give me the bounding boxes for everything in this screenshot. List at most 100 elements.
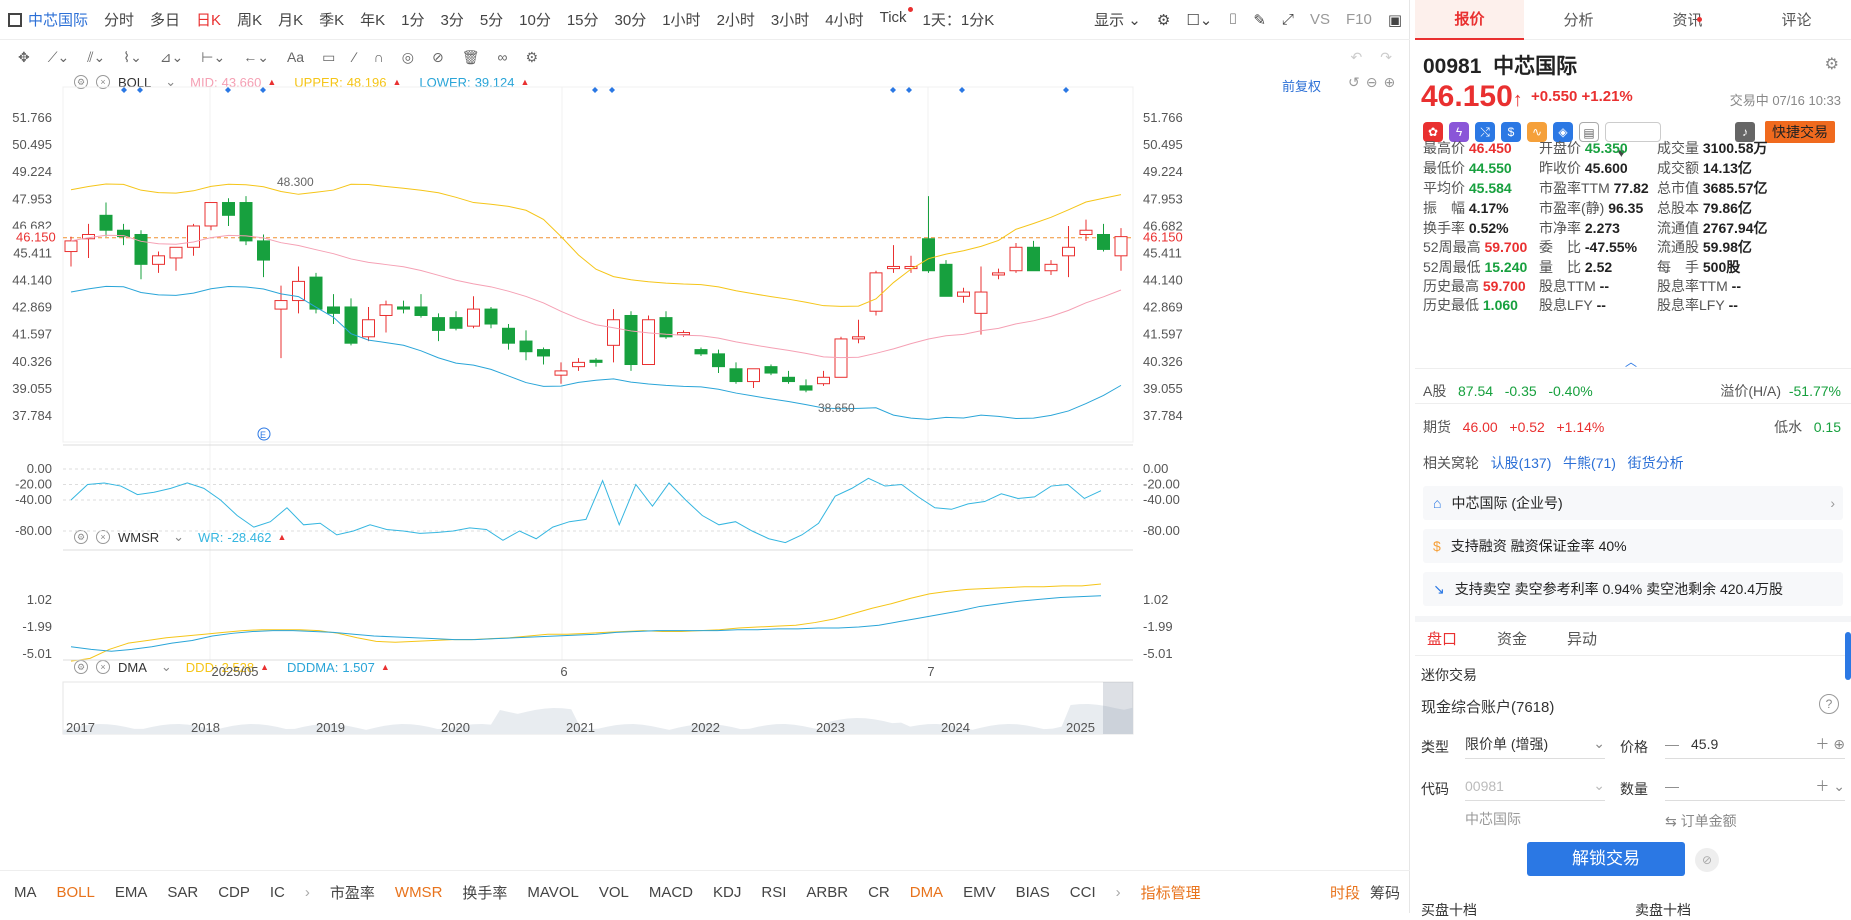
- period-18[interactable]: 1天：1分K: [915, 9, 1003, 30]
- overview-navigator[interactable]: [62, 681, 1134, 735]
- enterprise-link[interactable]: ⌂ 中芯国际 (企业号) ›: [1423, 486, 1843, 520]
- move-icon[interactable]: ✥: [18, 49, 30, 66]
- order-tab-2[interactable]: 异动: [1567, 628, 1597, 649]
- undo-icon[interactable]: ↶: [1351, 49, 1363, 66]
- period-0[interactable]: 分时: [96, 9, 142, 30]
- channel-tool-icon[interactable]: ⫽⌄: [87, 49, 105, 66]
- indicator-换手率[interactable]: 换手率: [462, 882, 507, 903]
- event-marker[interactable]: [592, 87, 598, 93]
- period-5[interactable]: 季K: [311, 9, 352, 30]
- sidebar-toggle-icon[interactable]: [8, 12, 22, 27]
- overview-window[interactable]: [1103, 682, 1133, 734]
- period-10[interactable]: 10分: [511, 9, 559, 30]
- event-marker[interactable]: [121, 87, 127, 93]
- draw-settings-icon[interactable]: ⚙: [525, 49, 538, 66]
- order-tab-1[interactable]: 资金: [1497, 628, 1527, 649]
- trash-icon[interactable]: 🗑: [462, 49, 480, 66]
- f10-button[interactable]: F10: [1338, 11, 1380, 28]
- indicator-boll[interactable]: BOLL: [57, 884, 95, 901]
- period-4[interactable]: 月K: [270, 9, 311, 30]
- order-type-select[interactable]: 限价单 (增强) ⌄: [1465, 729, 1605, 759]
- indicator-manage[interactable]: 指标管理: [1141, 882, 1201, 903]
- stock-name-tab[interactable]: 中芯国际: [28, 9, 96, 30]
- period-9[interactable]: 5分: [472, 9, 511, 30]
- indicator-dma[interactable]: DMA: [910, 884, 943, 901]
- period-1[interactable]: 多日: [142, 9, 188, 30]
- code-input[interactable]: 00981 ⌄: [1465, 771, 1605, 801]
- cbbc-link[interactable]: 牛熊(71): [1563, 455, 1616, 471]
- settings-icon[interactable]: ⚙: [1149, 11, 1178, 29]
- eye-icon[interactable]: ◎: [402, 49, 414, 66]
- period-15[interactable]: 3小时: [763, 9, 817, 30]
- indicator-rsi[interactable]: RSI: [761, 884, 786, 901]
- fullscreen-icon[interactable]: ⤢: [1274, 11, 1302, 28]
- short-link[interactable]: ↘ 支持卖空 卖空参考利率 0.94% 卖空池剩余 420.4万股: [1423, 572, 1843, 606]
- period-16[interactable]: 4小时: [817, 9, 871, 30]
- indicator-bias[interactable]: BIAS: [1016, 884, 1050, 901]
- pen-tool-icon[interactable]: ∕: [353, 49, 355, 65]
- wave-tool-icon[interactable]: ⌇⌄: [123, 49, 142, 66]
- vs-button[interactable]: VS: [1302, 11, 1338, 28]
- indicator-macd[interactable]: MACD: [649, 884, 693, 901]
- arrow-tool-icon[interactable]: ←⌄: [243, 49, 269, 66]
- period-13[interactable]: 1小时: [654, 9, 708, 30]
- lock-icon[interactable]: ⊘: [1695, 848, 1719, 872]
- margin-link[interactable]: $ 支持融资 融资保证金率 40%: [1423, 529, 1843, 563]
- camera-icon[interactable]: ⌷: [1220, 11, 1245, 28]
- period-3[interactable]: 周K: [229, 9, 270, 30]
- line-tool-icon[interactable]: ⟋⌄: [48, 49, 70, 66]
- price-stepper[interactable]: —45.9 ＋ ⊕: [1665, 729, 1845, 759]
- event-marker[interactable]: [609, 87, 615, 93]
- help-icon[interactable]: ?: [1819, 694, 1839, 714]
- period-8[interactable]: 3分: [432, 9, 471, 30]
- indicator-sar[interactable]: SAR: [167, 884, 198, 901]
- text-tool-icon[interactable]: Aa: [287, 49, 304, 65]
- quantity-stepper[interactable]: — ＋ ⌄: [1665, 771, 1845, 801]
- event-marker[interactable]: [890, 87, 896, 93]
- period-6[interactable]: 年K: [352, 9, 393, 30]
- period-2[interactable]: 日K: [188, 9, 229, 30]
- unlock-trade-button[interactable]: 解锁交易: [1527, 842, 1685, 876]
- bottom-right-1[interactable]: 筹码: [1370, 882, 1400, 903]
- quote-tab-0[interactable]: 报价: [1415, 0, 1524, 40]
- magnet-icon[interactable]: ∩: [374, 49, 384, 65]
- period-11[interactable]: 15分: [559, 9, 607, 30]
- indicator-wmsr[interactable]: WMSR: [395, 884, 443, 901]
- indicator-vol[interactable]: VOL: [599, 884, 629, 901]
- event-marker[interactable]: [137, 87, 143, 93]
- indicator-kdj[interactable]: KDJ: [713, 884, 741, 901]
- indicator-ma[interactable]: MA: [14, 884, 37, 901]
- period-14[interactable]: 2小时: [709, 9, 763, 30]
- redo-icon[interactable]: ↷: [1380, 49, 1392, 66]
- indicator-ema[interactable]: EMA: [115, 884, 148, 901]
- warrant-link[interactable]: 认股(137): [1491, 455, 1552, 471]
- period-7[interactable]: 1分: [393, 9, 432, 30]
- bottom-right-0[interactable]: 时段: [1330, 882, 1360, 903]
- quote-tab-3[interactable]: 评论: [1742, 9, 1851, 30]
- period-12[interactable]: 30分: [607, 9, 655, 30]
- indicator-ic[interactable]: IC: [270, 884, 285, 901]
- comment-tool-icon[interactable]: ▭: [322, 49, 335, 66]
- layout-icon[interactable]: ☐⌄: [1178, 11, 1220, 29]
- hide-icon[interactable]: ⊘: [432, 49, 444, 66]
- indicator-arbr[interactable]: ARBR: [806, 884, 848, 901]
- event-marker[interactable]: [260, 87, 266, 93]
- indicator-cr[interactable]: CR: [868, 884, 890, 901]
- indicator-cci[interactable]: CCI: [1070, 884, 1096, 901]
- settings-icon[interactable]: ⚙: [1825, 54, 1839, 74]
- indicator-市盈率[interactable]: 市盈率: [330, 882, 375, 903]
- fib-tool-icon[interactable]: ⊿⌄: [160, 49, 183, 66]
- quote-tab-2[interactable]: 资讯: [1633, 9, 1742, 30]
- street-link[interactable]: 街货分析: [1628, 455, 1684, 471]
- account-select[interactable]: 现金综合账户(7618): [1421, 696, 1554, 717]
- display-menu[interactable]: 显示 ⌄: [1086, 9, 1149, 30]
- measure-tool-icon[interactable]: ⊢⌄: [201, 49, 225, 66]
- event-marker[interactable]: [1063, 87, 1069, 93]
- event-marker[interactable]: [906, 87, 912, 93]
- indicator-mavol[interactable]: MAVOL: [527, 884, 578, 901]
- order-tab-0[interactable]: 盘口: [1427, 628, 1457, 649]
- indicator-cdp[interactable]: CDP: [218, 884, 250, 901]
- draw-icon[interactable]: ✎: [1245, 11, 1274, 29]
- event-marker[interactable]: [225, 87, 231, 93]
- panel-icon[interactable]: ▣: [1380, 11, 1410, 29]
